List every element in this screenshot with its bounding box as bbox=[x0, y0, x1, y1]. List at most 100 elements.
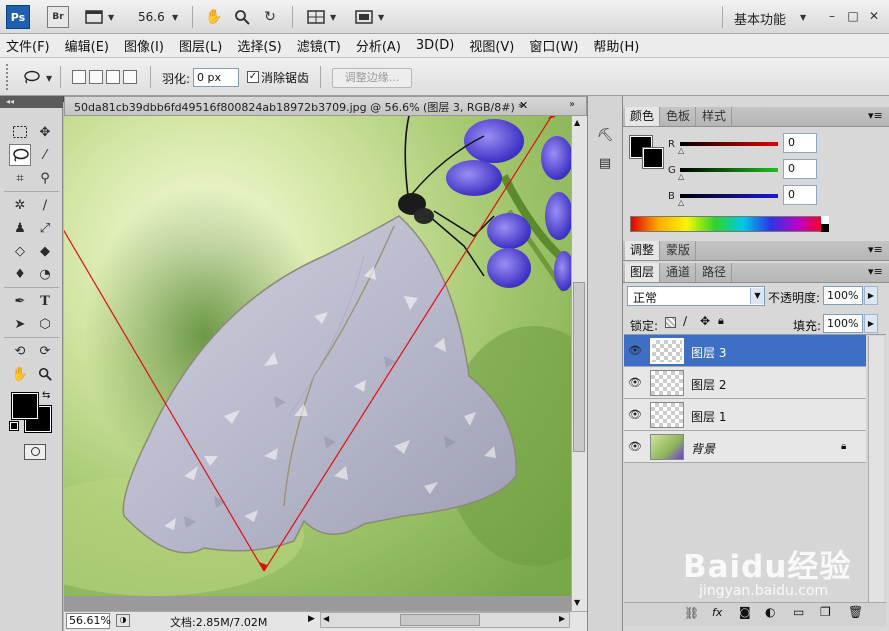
zoom-tool-icon[interactable] bbox=[231, 6, 253, 28]
scroll-down-icon[interactable]: ▼ bbox=[574, 598, 580, 607]
r-slider[interactable] bbox=[680, 142, 778, 146]
b-value-field[interactable]: 0 bbox=[783, 185, 817, 205]
pen-tool-icon[interactable]: ✒ bbox=[9, 290, 31, 312]
blend-mode-select[interactable]: 正常 bbox=[627, 286, 765, 306]
menu-window[interactable]: 窗口(W) bbox=[529, 36, 578, 55]
horizontal-scroll-thumb[interactable] bbox=[400, 614, 480, 626]
3d-rotate-tool-icon[interactable]: ⟲ bbox=[9, 340, 31, 362]
new-selection-icon[interactable] bbox=[72, 70, 86, 84]
add-mask-icon[interactable]: ◙ bbox=[739, 605, 751, 619]
swap-colors-icon[interactable]: ⇆ bbox=[42, 390, 50, 401]
fx-icon[interactable]: fx bbox=[712, 606, 722, 619]
tab-masks[interactable]: 蒙版 bbox=[661, 241, 697, 260]
close-document-icon[interactable]: ✕ bbox=[519, 99, 528, 112]
path-selection-tool-icon[interactable]: ➤ bbox=[9, 313, 31, 335]
bridge-launch-button[interactable]: Br bbox=[47, 6, 69, 28]
expand-panels-icon[interactable]: » bbox=[569, 99, 575, 110]
menu-edit[interactable]: 编辑(E) bbox=[65, 36, 109, 55]
clone-stamp-tool-icon[interactable]: ♟ bbox=[9, 217, 31, 239]
b-slider[interactable] bbox=[680, 194, 778, 198]
crop-tool-icon[interactable]: ⌗ bbox=[9, 167, 31, 189]
tools-collapse-icon[interactable]: ◂◂ bbox=[0, 96, 63, 108]
lock-transparent-icon[interactable] bbox=[665, 317, 676, 328]
layers-scrollbar[interactable] bbox=[868, 336, 884, 602]
tab-layers[interactable]: 图层 bbox=[625, 263, 661, 282]
maximize-icon[interactable]: □ bbox=[845, 8, 861, 24]
hand-tool-icon[interactable]: ✋ bbox=[203, 6, 225, 28]
chevron-down-icon[interactable]: ▼ bbox=[172, 13, 178, 22]
menu-image[interactable]: 图像(I) bbox=[124, 36, 164, 55]
layer-name[interactable]: 图层 2 bbox=[691, 376, 726, 393]
tab-paths[interactable]: 路径 bbox=[697, 263, 733, 282]
chevron-down-icon[interactable]: ▼ bbox=[46, 74, 52, 83]
panel-menu-icon[interactable]: ▾≡ bbox=[868, 243, 883, 256]
lasso-tool-icon[interactable] bbox=[9, 144, 31, 166]
chevron-down-icon[interactable]: ▼ bbox=[800, 13, 806, 22]
visibility-eye-icon[interactable]: 👁︎ bbox=[627, 408, 643, 422]
chevron-down-icon[interactable]: ▼ bbox=[750, 288, 764, 304]
tab-styles[interactable]: 样式 bbox=[697, 107, 733, 126]
chevron-down-icon[interactable]: ▼ bbox=[330, 13, 336, 22]
minimize-icon[interactable]: – bbox=[824, 8, 840, 24]
delete-layer-icon[interactable]: 🗑︎ bbox=[848, 605, 863, 619]
new-layer-icon[interactable]: ❐ bbox=[820, 605, 831, 619]
history-brush-tool-icon[interactable]: ⤢ bbox=[34, 217, 56, 239]
opacity-field[interactable]: 100% bbox=[823, 286, 863, 305]
b-slider-handle-icon[interactable]: △ bbox=[678, 198, 684, 207]
lock-all-icon[interactable]: 🔒︎ bbox=[718, 314, 724, 328]
default-colors-icon[interactable] bbox=[9, 421, 19, 431]
refine-edge-button[interactable]: 调整边缘... bbox=[332, 68, 412, 88]
opacity-slider-icon[interactable]: ▶ bbox=[864, 286, 878, 305]
menu-file[interactable]: 文件(F) bbox=[6, 36, 50, 55]
adjustment-layer-icon[interactable]: ◐ bbox=[765, 605, 775, 619]
g-slider[interactable] bbox=[680, 168, 778, 172]
visibility-eye-icon[interactable]: 👁︎ bbox=[627, 440, 643, 454]
menu-filter[interactable]: 滤镜(T) bbox=[297, 36, 341, 55]
add-selection-icon[interactable] bbox=[89, 70, 103, 84]
g-value-field[interactable]: 0 bbox=[783, 159, 817, 179]
tab-swatches[interactable]: 色板 bbox=[661, 107, 697, 126]
r-slider-handle-icon[interactable]: △ bbox=[678, 146, 684, 155]
color-spectrum-bar[interactable] bbox=[630, 216, 828, 232]
tab-channels[interactable]: 通道 bbox=[661, 263, 697, 282]
spectrum-black-white[interactable] bbox=[821, 216, 829, 232]
magic-wand-tool-icon[interactable]: ⁄ bbox=[34, 144, 56, 166]
layer-name[interactable]: 图层 1 bbox=[691, 408, 726, 425]
r-value-field[interactable]: 0 bbox=[783, 133, 817, 153]
g-slider-handle-icon[interactable]: △ bbox=[678, 172, 684, 181]
layer-name[interactable]: 图层 3 bbox=[691, 344, 726, 361]
image-canvas[interactable] bbox=[64, 116, 571, 596]
scroll-right-icon[interactable]: ▶ bbox=[559, 614, 565, 623]
brush-tool-icon[interactable]: ∕ bbox=[34, 194, 56, 216]
eyedropper-tool-icon[interactable]: ⚲ bbox=[34, 167, 56, 189]
menu-3d[interactable]: 3D(D) bbox=[416, 38, 454, 53]
zoom-level-field[interactable]: 56.6 bbox=[138, 10, 165, 24]
history-panel-icon[interactable]: ⛏ bbox=[594, 124, 616, 146]
quick-mask-icon[interactable] bbox=[24, 444, 46, 460]
visibility-eye-icon[interactable]: 👁︎ bbox=[627, 376, 643, 390]
menu-help[interactable]: 帮助(H) bbox=[593, 36, 639, 55]
status-expand-icon[interactable]: ▶ bbox=[308, 614, 315, 624]
chevron-down-icon[interactable]: ▼ bbox=[108, 13, 114, 22]
tab-color[interactable]: 颜色 bbox=[625, 107, 661, 126]
panel-menu-icon[interactable]: ▾≡ bbox=[868, 109, 883, 122]
zoom-percent-field[interactable]: 56.61% bbox=[66, 613, 111, 629]
feather-input[interactable]: 0 px bbox=[193, 68, 239, 87]
screen-mode-icon[interactable] bbox=[353, 6, 375, 28]
arrange-documents-icon[interactable] bbox=[305, 6, 327, 28]
rotate-view-icon[interactable]: ↻ bbox=[259, 6, 281, 28]
fill-slider-icon[interactable]: ▶ bbox=[864, 314, 878, 333]
status-menu-icon[interactable]: ◑ bbox=[116, 614, 130, 627]
antialias-checkbox[interactable]: ✓ bbox=[247, 71, 259, 83]
dodge-tool-icon[interactable]: ◔ bbox=[34, 263, 56, 285]
hand-tool-icon[interactable]: ✋ bbox=[9, 363, 31, 385]
intersect-selection-icon[interactable] bbox=[123, 70, 137, 84]
tab-adjustments[interactable]: 调整 bbox=[625, 241, 661, 260]
actions-panel-icon[interactable]: ▤ bbox=[594, 152, 616, 174]
menu-view[interactable]: 视图(V) bbox=[469, 36, 514, 55]
workspace-switcher[interactable]: 基本功能 bbox=[734, 9, 786, 28]
type-tool-icon[interactable]: T bbox=[34, 290, 56, 312]
spot-healing-tool-icon[interactable]: ✲ bbox=[9, 194, 31, 216]
shape-tool-icon[interactable]: ⬡ bbox=[34, 313, 56, 335]
scroll-left-icon[interactable]: ◀ bbox=[323, 614, 329, 623]
